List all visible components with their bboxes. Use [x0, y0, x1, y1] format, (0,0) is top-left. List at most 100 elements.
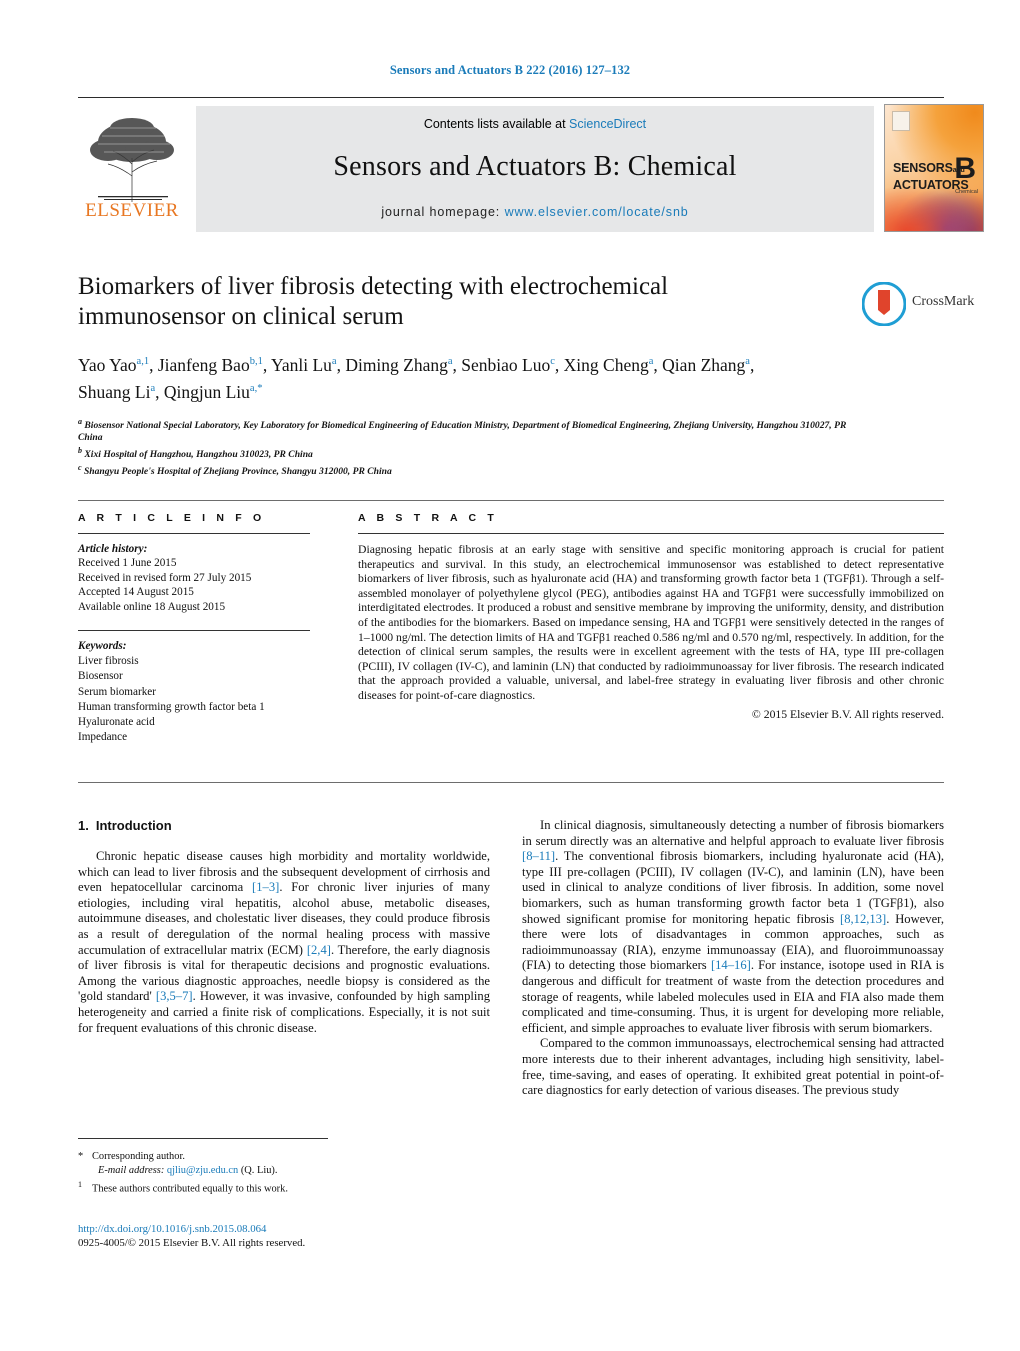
left-paragraphs: Chronic hepatic disease causes high morb…: [78, 849, 490, 1036]
doi-link[interactable]: http://dx.doi.org/10.1016/j.snb.2015.08.…: [78, 1222, 498, 1236]
right-paragraphs: In clinical diagnosis, simultaneously de…: [522, 818, 944, 1099]
citation-link[interactable]: [3,5–7]: [156, 989, 193, 1003]
article-history-item: Received in revised form 27 July 2015: [78, 571, 252, 584]
author-affiliation-mark: a: [745, 356, 750, 367]
author-affiliation-mark: c: [550, 356, 555, 367]
crossmark-label: CrossMark: [912, 294, 975, 309]
contents-available-line: Contents lists available at ScienceDirec…: [424, 117, 646, 131]
cover-elsevier-mark-icon: [892, 111, 910, 131]
keywords-rule: [78, 630, 310, 632]
article-info-rule: [78, 533, 310, 534]
abstract-rule: [358, 533, 944, 534]
equal-contribution-note: 1 These authors contributed equally to th…: [78, 1178, 418, 1197]
author-list: Yao Yaoa,1, Jianfeng Baob,1, Yanli Lua, …: [78, 354, 755, 402]
divider-below-abstract: [78, 782, 944, 783]
author-affiliation-mark: a: [150, 382, 156, 394]
author-name: Jianfeng Bao: [157, 354, 250, 375]
author-name: Diming Zhang: [345, 354, 448, 375]
body-column-left: 1. Introduction Chronic hepatic disease c…: [78, 818, 490, 1036]
affiliation-list: a Biosensor National Special Laboratory,…: [78, 416, 868, 479]
citation-link[interactable]: [14–16]: [711, 958, 751, 972]
article-history-label: Article history:: [78, 543, 148, 555]
divider-above-abstract: [78, 500, 944, 501]
keyword-item: Liver fibrosis: [78, 655, 139, 668]
author-name: Yao Yao: [78, 354, 137, 375]
author-affiliation-mark: a,*: [249, 382, 263, 394]
journal-article-page: Sensors and Actuators B 222 (2016) 127–1…: [0, 0, 1020, 1351]
journal-title: Sensors and Actuators B: Chemical: [333, 151, 737, 182]
crossmark-icon: [862, 282, 906, 326]
author-affiliation-mark: a: [648, 356, 654, 367]
body-paragraph: Chronic hepatic disease causes high morb…: [78, 849, 490, 1035]
article-title: Biomarkers of liver fibrosis detecting w…: [78, 273, 669, 330]
article-history-item: Received 1 June 2015: [78, 557, 177, 570]
citation-link[interactable]: [1–3]: [252, 880, 279, 894]
footnote-rule: [78, 1138, 328, 1139]
keyword-item: Impedance: [78, 731, 128, 744]
abstract-copyright: © 2015 Elsevier B.V. All rights reserved…: [751, 707, 944, 721]
elsevier-wordmark: ELSEVIER: [85, 200, 179, 221]
sciencedirect-link[interactable]: ScienceDirect: [569, 117, 646, 131]
affiliation-item: a Biosensor National Special Laboratory,…: [78, 416, 847, 444]
keywords-label: Keywords:: [78, 640, 127, 653]
equal-marker: 1: [78, 1180, 82, 1190]
cover-line-1: SENSORS: [893, 161, 953, 175]
journal-masthead: ELSEVIER Contents lists available at Sci…: [78, 97, 984, 237]
running-head: Sensors and Actuators B 222 (2016) 127–1…: [389, 63, 631, 77]
article-info-heading: A R T I C L E I N F O: [78, 512, 266, 524]
author-affiliation-mark: a,1: [136, 356, 150, 367]
corresponding-author-note: * Corresponding author.: [78, 1150, 418, 1164]
body-paragraph: In clinical diagnosis, simultaneously de…: [522, 818, 944, 1035]
author-affiliation-mark: a: [447, 356, 453, 367]
footer-doi-block: http://dx.doi.org/10.1016/j.snb.2015.08.…: [78, 1222, 498, 1251]
masthead-grey-box: Contents lists available at ScienceDirec…: [196, 106, 874, 232]
keywords-block: Keywords: Liver fibrosis Biosensor Serum bi…: [78, 639, 328, 745]
journal-homepage-line: journal homepage: www.elsevier.com/locat…: [381, 205, 688, 219]
author-name: Xing Cheng: [563, 354, 649, 375]
author-name: Shuang Li: [78, 381, 151, 402]
author-affiliation-mark: b,1: [249, 356, 263, 367]
affiliation-item: c Shangyu People's Hospital of Zhejiang …: [78, 462, 392, 477]
author-name: Qingjun Liu: [163, 381, 250, 402]
section-heading-introduction: 1. Introduction: [78, 818, 490, 833]
email-link[interactable]: qjliu@zju.edu.cn: [167, 1165, 238, 1176]
article-info-column: A R T I C L E I N F O Article history: Re…: [78, 512, 328, 745]
keyword-item: Hyaluronate acid: [78, 716, 155, 729]
article-header: Biomarkers of liver fibrosis detecting w…: [78, 272, 944, 479]
cover-series-letter: B: [954, 152, 976, 185]
footnotes-block: * Corresponding author. E-mail address: q…: [78, 1150, 418, 1197]
keyword-item: Human transforming growth factor beta 1: [78, 700, 265, 713]
author-name: Qian Zhang: [662, 354, 746, 375]
corresponding-text: Corresponding author.: [92, 1151, 185, 1162]
journal-cover-thumbnail: SENSORSand ACTUATORS B Chemical: [884, 104, 984, 232]
email-label: E-mail address:: [98, 1165, 165, 1177]
author-name: Yanli Lu: [270, 354, 332, 375]
citation-link[interactable]: [8–11]: [522, 849, 555, 863]
keyword-item: Biosensor: [78, 670, 123, 683]
body-column-right: In clinical diagnosis, simultaneously de…: [522, 818, 944, 1099]
equal-text: These authors contributed equally to thi…: [92, 1183, 288, 1195]
journal-homepage-link[interactable]: www.elsevier.com/locate/snb: [505, 205, 689, 219]
author-name: Senbiao Luo: [461, 354, 551, 375]
article-history: Article history: Received 1 June 2015 Rece…: [78, 542, 328, 614]
abstract-text: Diagnosing hepatic fibrosis at an early …: [358, 543, 944, 702]
cover-series-sub: Chemical: [955, 189, 978, 195]
section-title: Introduction: [95, 818, 172, 833]
crossmark-badge[interactable]: CrossMark: [862, 280, 974, 330]
homepage-prefix: journal homepage:: [381, 205, 505, 219]
issn-copyright-line: 0925-4005/© 2015 Elsevier B.V. All right…: [78, 1237, 306, 1250]
email-note: E-mail address: qjliu@zju.edu.cn (Q. Liu…: [78, 1164, 418, 1178]
contents-prefix: Contents lists available at: [423, 117, 570, 131]
corresponding-marker: *: [78, 1151, 84, 1162]
article-history-item: Accepted 14 August 2015: [78, 586, 194, 599]
abstract-heading: A B S T R A C T: [358, 512, 498, 524]
body-paragraph: Compared to the common immunoassays, ele…: [522, 1036, 944, 1098]
citation-link[interactable]: [2,4]: [307, 943, 331, 957]
author-affiliation-mark: a: [331, 356, 337, 367]
affiliation-item: b Xixi Hospital of Hangzhou, Hangzhou 31…: [78, 446, 313, 461]
keyword-item: Serum biomarker: [78, 685, 156, 698]
abstract-column: A B S T R A C T Diagnosing hepatic fibro…: [358, 512, 944, 721]
article-history-item: Available online 18 August 2015: [78, 600, 226, 613]
email-suffix: (Q. Liu).: [240, 1165, 278, 1177]
citation-link[interactable]: [8,12,13]: [840, 912, 886, 926]
